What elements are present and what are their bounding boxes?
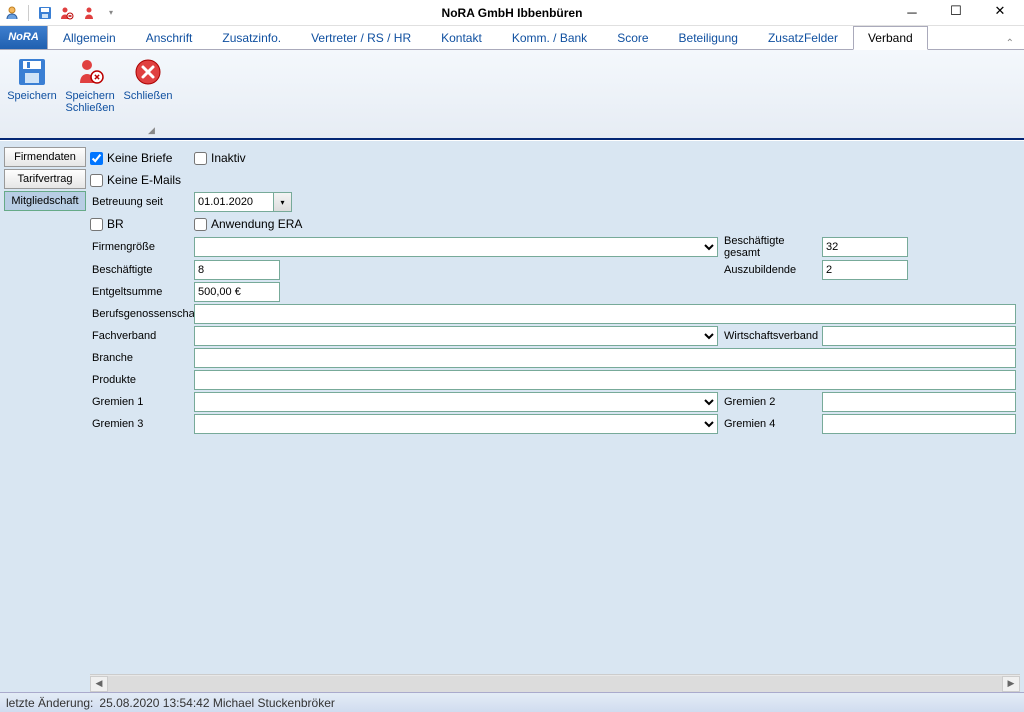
branche-input[interactable]	[194, 348, 1016, 368]
firmengroesse-select[interactable]	[194, 237, 718, 257]
keine-emails-checkbox[interactable]: Keine E-Mails	[90, 173, 194, 187]
gremien3-select[interactable]	[194, 414, 718, 434]
beschaeftigte-input[interactable]	[194, 260, 280, 280]
form-area: Keine Briefe Inaktiv Keine E-Mails Betre…	[90, 141, 1024, 692]
tab-zusatzinfo[interactable]: Zusatzinfo.	[207, 25, 296, 49]
status-label: letzte Änderung:	[6, 696, 93, 710]
sidetab-firmendaten[interactable]: Firmendaten	[4, 147, 86, 167]
qat-dropdown-icon[interactable]: ▾	[103, 5, 119, 21]
dialog-launcher-icon[interactable]: ◢	[148, 125, 155, 136]
quick-access-toolbar: ▾	[4, 5, 119, 21]
save-button[interactable]: Speichern	[4, 54, 60, 102]
gremien4-input[interactable]	[822, 414, 1016, 434]
close-icon	[132, 56, 164, 88]
entgeltsumme-input[interactable]	[194, 282, 280, 302]
berufsgen-label: Berufsgenossenschaft	[90, 308, 194, 320]
keine-emails-input[interactable]	[90, 174, 103, 187]
tab-allgemein[interactable]: Allgemein	[48, 25, 131, 49]
scroll-track[interactable]	[108, 676, 1002, 692]
tab-komm-bank[interactable]: Komm. / Bank	[497, 25, 602, 49]
gremien3-label: Gremien 3	[90, 418, 194, 430]
status-value: 25.08.2020 13:54:42 Michael Stuckenbröke…	[99, 696, 335, 710]
besch-gesamt-label: Beschäftigte gesamt	[718, 235, 822, 259]
betreuung-seit-input[interactable]	[194, 192, 274, 212]
betreuung-seit-label: Betreuung seit	[90, 196, 194, 208]
close-window-button[interactable]: ✕	[988, 3, 1012, 22]
statusbar: letzte Änderung: 25.08.2020 13:54:42 Mic…	[0, 692, 1024, 712]
gremien2-label: Gremien 2	[718, 396, 822, 408]
berufsgen-input[interactable]	[194, 304, 1016, 324]
save-icon[interactable]	[37, 5, 53, 21]
tab-beteiligung[interactable]: Beteiligung	[664, 25, 753, 49]
date-dropdown-icon[interactable]: ▾	[274, 192, 292, 212]
scroll-left-icon[interactable]: ◀	[90, 676, 108, 692]
gremien1-label: Gremien 1	[90, 396, 194, 408]
user-icon[interactable]	[4, 5, 20, 21]
besch-gesamt-input[interactable]	[822, 237, 908, 257]
maximize-button[interactable]: ☐	[944, 3, 968, 22]
wirtschaftsverband-input[interactable]	[822, 326, 1016, 346]
firmengroesse-label: Firmengröße	[90, 241, 194, 253]
br-input[interactable]	[90, 218, 103, 231]
tab-verband[interactable]: Verband	[853, 26, 928, 50]
fachverband-label: Fachverband	[90, 330, 194, 342]
branche-label: Branche	[90, 352, 194, 364]
produkte-input[interactable]	[194, 370, 1016, 390]
keine-briefe-checkbox[interactable]: Keine Briefe	[90, 151, 194, 165]
tab-score[interactable]: Score	[602, 25, 663, 49]
tab-kontakt[interactable]: Kontakt	[426, 25, 497, 49]
gremien1-select[interactable]	[194, 392, 718, 412]
horizontal-scrollbar[interactable]: ◀ ▶	[90, 674, 1020, 692]
inaktiv-input[interactable]	[194, 152, 207, 165]
fachverband-select[interactable]	[194, 326, 718, 346]
entgeltsumme-label: Entgeltsumme	[90, 286, 194, 298]
ribbon-tabs: NoRA Allgemein Anschrift Zusatzinfo. Ver…	[0, 26, 1024, 50]
inaktiv-checkbox[interactable]: Inaktiv	[194, 151, 246, 165]
save-large-icon	[16, 56, 48, 88]
window-controls: － ☐ ✕	[900, 3, 1020, 22]
content-area: Firmendaten Tarifvertrag Mitgliedschaft …	[0, 140, 1024, 692]
side-tabs: Firmendaten Tarifvertrag Mitgliedschaft	[0, 141, 90, 692]
anwendung-era-input[interactable]	[194, 218, 207, 231]
auszubildende-label: Auszubildende	[718, 264, 822, 276]
ribbon-collapse-icon[interactable]: ⌃	[996, 38, 1024, 49]
betreuung-seit-date[interactable]: ▾	[194, 192, 292, 212]
beschaeftigte-label: Beschäftigte	[90, 264, 194, 276]
wirtschaftsverband-label: Wirtschaftsverband	[718, 330, 822, 342]
window-title: NoRA GmbH Ibbenbüren	[442, 6, 583, 20]
tab-anschrift[interactable]: Anschrift	[131, 25, 208, 49]
br-checkbox[interactable]: BR	[90, 217, 194, 231]
save-close-button[interactable]: Speichern Schließen	[62, 54, 118, 114]
tab-zusatzfelder[interactable]: ZusatzFelder	[753, 25, 853, 49]
minimize-button[interactable]: －	[900, 3, 924, 22]
produkte-label: Produkte	[90, 374, 194, 386]
app-logo-tab[interactable]: NoRA	[0, 25, 48, 49]
save-close-icon	[74, 56, 106, 88]
sidetab-mitgliedschaft[interactable]: Mitgliedschaft	[4, 191, 86, 211]
delete-user-icon[interactable]	[59, 5, 75, 21]
gremien4-label: Gremien 4	[718, 418, 822, 430]
user-small-icon[interactable]	[81, 5, 97, 21]
anwendung-era-checkbox[interactable]: Anwendung ERA	[194, 217, 302, 231]
gremien2-input[interactable]	[822, 392, 1016, 412]
sidetab-tarifvertrag[interactable]: Tarifvertrag	[4, 169, 86, 189]
titlebar: ▾ NoRA GmbH Ibbenbüren － ☐ ✕	[0, 0, 1024, 26]
scroll-right-icon[interactable]: ▶	[1002, 676, 1020, 692]
auszubildende-input[interactable]	[822, 260, 908, 280]
close-button[interactable]: Schließen	[120, 54, 176, 102]
ribbon-body: Speichern Speichern Schließen Schließen …	[0, 50, 1024, 140]
tab-vertreter[interactable]: Vertreter / RS / HR	[296, 25, 426, 49]
keine-briefe-input[interactable]	[90, 152, 103, 165]
